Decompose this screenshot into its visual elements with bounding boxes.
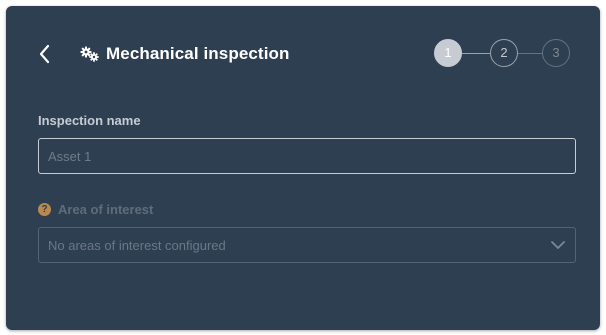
- gears-icon: [80, 46, 100, 62]
- inspection-name-label: Inspection name: [38, 113, 141, 128]
- help-icon[interactable]: ?: [38, 203, 51, 216]
- inspection-panel: Mechanical inspection 1 2 3 Inspection n…: [6, 6, 600, 330]
- step-indicator: 1 2 3: [434, 38, 584, 70]
- back-button[interactable]: [36, 43, 56, 65]
- step-connector: [518, 53, 542, 54]
- step-connector: [462, 53, 490, 54]
- chevron-down-icon: [551, 241, 565, 249]
- area-of-interest-value: No areas of interest configured: [48, 238, 226, 253]
- panel-header: Mechanical inspection 1 2 3: [6, 34, 600, 74]
- page-title: Mechanical inspection: [106, 44, 290, 63]
- area-of-interest-select[interactable]: No areas of interest configured: [38, 227, 576, 263]
- step-2[interactable]: 2: [490, 39, 518, 67]
- inspection-name-input[interactable]: [38, 138, 576, 174]
- area-of-interest-label: Area of interest: [58, 202, 154, 217]
- step-3[interactable]: 3: [542, 39, 570, 67]
- chevron-left-icon: [39, 44, 50, 64]
- step-1[interactable]: 1: [434, 39, 462, 67]
